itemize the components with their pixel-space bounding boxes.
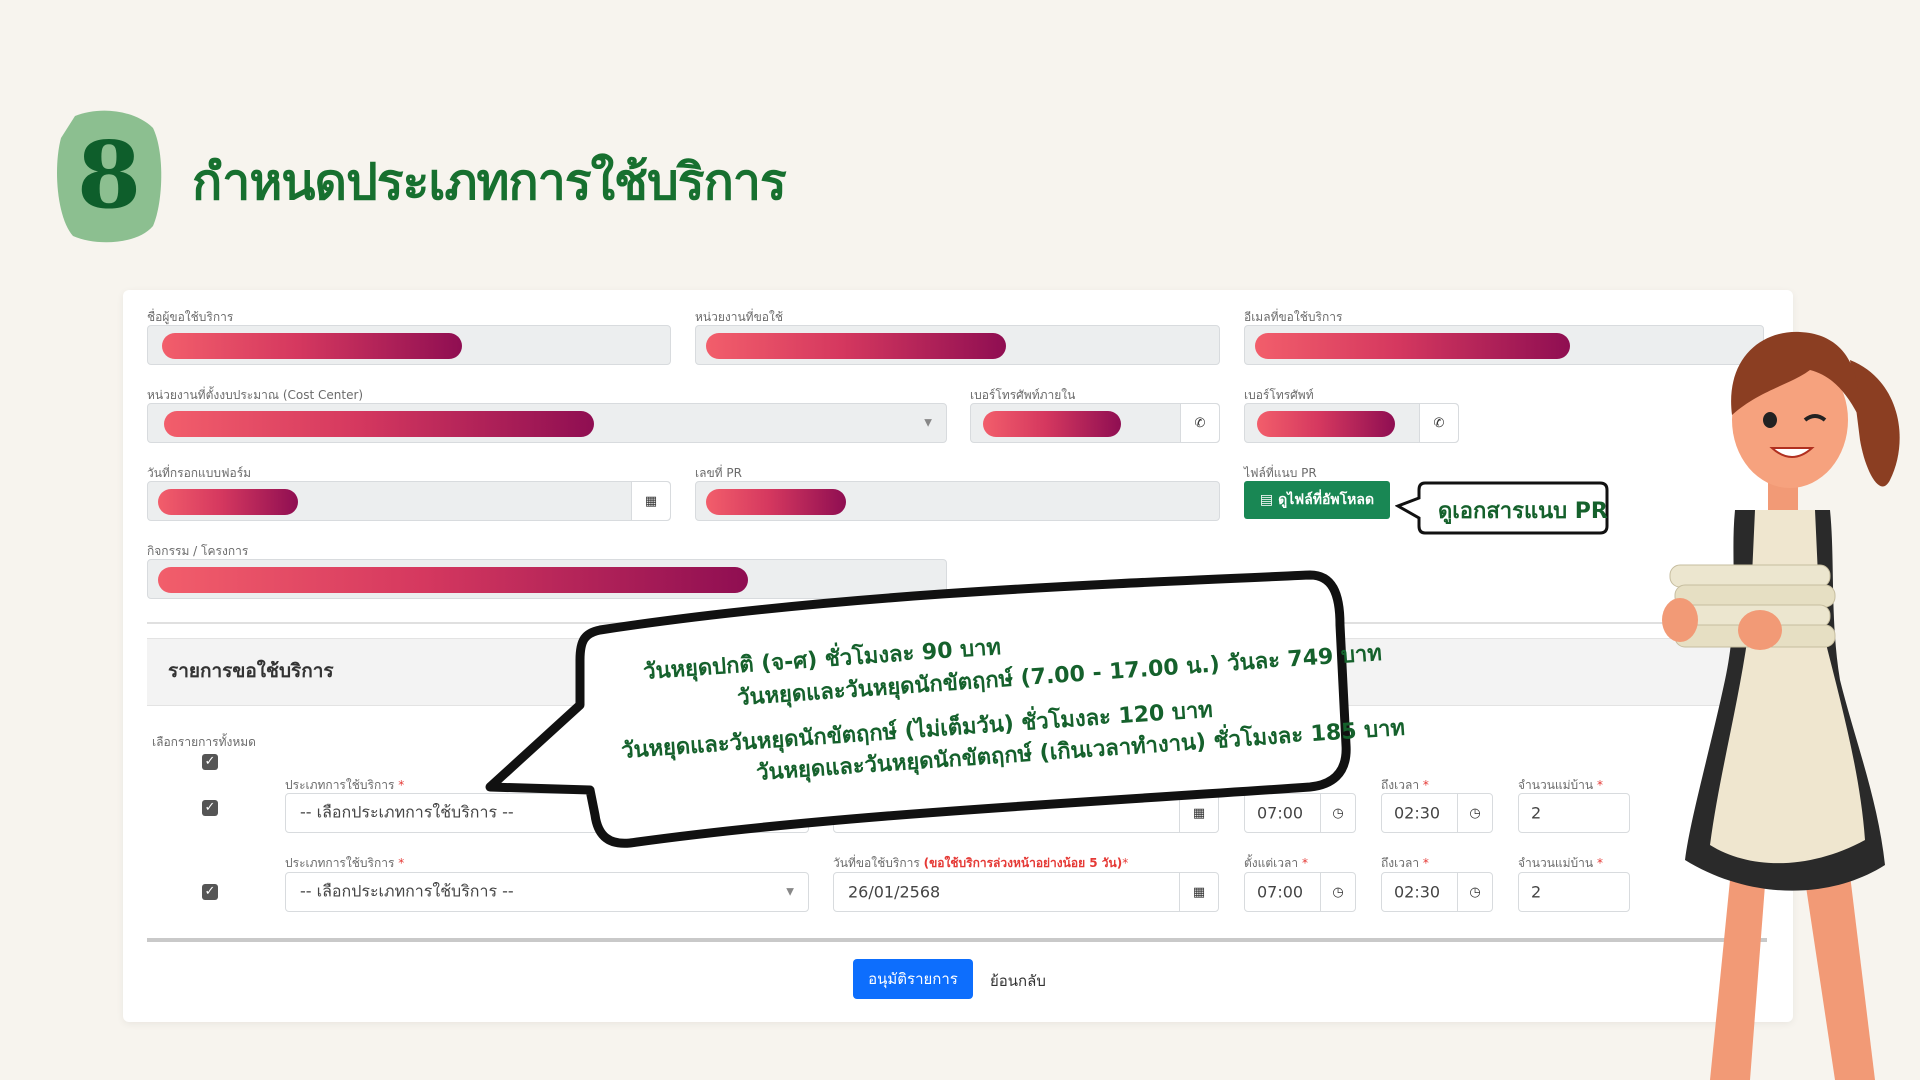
end-time-field[interactable]: 02:30 ◷ [1381,793,1493,833]
maid-count-label: จำนวนแม่บ้าน * [1518,856,1603,870]
phone-icon: ✆ [1419,404,1458,442]
row-checkbox[interactable]: ✓ [202,800,218,816]
chevron-down-icon: ▼ [786,886,794,898]
redaction-mark [158,489,298,515]
clock-icon: ◷ [1320,873,1355,911]
internal-phone-field[interactable]: ✆ [970,403,1220,443]
approve-button[interactable]: อนุมัติรายการ [853,959,973,999]
view-uploaded-file-button[interactable]: ▤ ดูไฟล์ที่อัพโหลด [1244,481,1390,519]
chevron-down-icon: ▼ [924,417,932,429]
redaction-mark [706,333,1006,359]
select-all-checkbox[interactable]: ✓ [202,754,218,770]
divider [147,938,1767,942]
service-type-select[interactable]: -- เลือกประเภทการใช้บริการ -- ▼ [285,872,809,912]
phone-field[interactable]: ✆ [1244,403,1459,443]
end-time-label: ถึงเวลา * [1381,856,1429,870]
cost-center-select[interactable]: ▼ [147,403,947,443]
pr-callout-text: ดูเอกสารแนบ PR [1438,499,1608,524]
calendar-icon: ▦ [631,482,670,520]
end-time-field[interactable]: 02:30 ◷ [1381,872,1493,912]
redaction-mark [162,333,462,359]
pr-number-field[interactable] [695,481,1220,521]
service-date-field[interactable]: 26/01/2568 ▦ [833,872,1219,912]
department-field[interactable] [695,325,1220,365]
row-checkbox[interactable]: ✓ [202,884,218,900]
file-icon: ▤ [1259,492,1274,508]
clock-icon: ◷ [1457,794,1492,832]
maid-character-illustration [1662,331,1900,1080]
back-link[interactable]: ย้อนกลับ [990,969,1046,993]
service-type-label: ประเภทการใช้บริการ * [285,856,405,870]
select-all-label: เลือกรายการทั้งหมด [152,735,256,749]
step-number: 8 [76,121,141,229]
redaction-mark [164,411,594,437]
redaction-mark [706,489,846,515]
redaction-mark [1255,333,1570,359]
redaction-mark [1257,411,1395,437]
start-time-field[interactable]: 07:00 ◷ [1244,872,1356,912]
page-title: กำหนดประเภทการใช้บริการ [192,153,787,211]
phone-icon: ✆ [1180,404,1219,442]
calendar-icon: ▦ [1179,873,1218,911]
requester-field[interactable] [147,325,671,365]
redaction-mark [983,411,1121,437]
maid-count-field[interactable]: 2 [1518,793,1630,833]
services-section-title: รายการขอใช้บริการ [168,660,334,682]
form-date-field[interactable]: ▦ [147,481,671,521]
maid-count-field[interactable]: 2 [1518,872,1630,912]
clock-icon: ◷ [1457,873,1492,911]
